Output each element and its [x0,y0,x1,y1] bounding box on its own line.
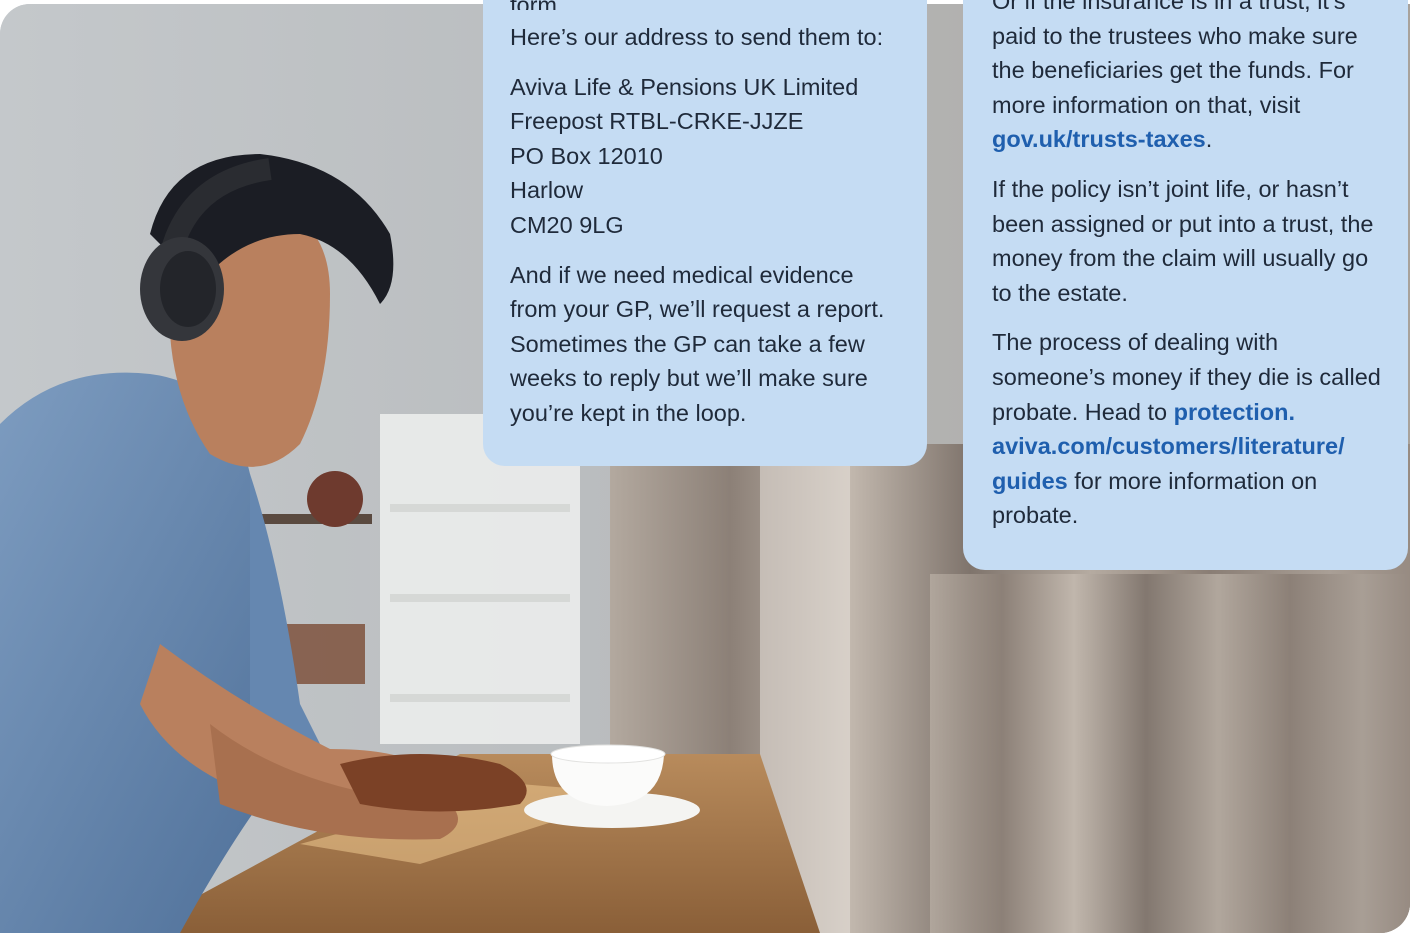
payout-card: Or if the insurance is in a trust, it’s … [963,0,1408,570]
address-line-2: Freepost RTBL-CRKE-JJZE [510,108,804,135]
address-line-1: Aviva Life & Pensions UK Limited [510,73,859,100]
estate-paragraph: If the policy isn’t joint life, or hasn’… [992,175,1374,306]
address-line-4: Harlow [510,177,584,204]
trust-end: . [1205,126,1213,153]
postal-address: Aviva Life & Pensions UK Limited Freepos… [510,70,901,243]
page: form, Here’s our address to send them to… [0,0,1420,933]
address-intro: Here’s our address to send them to: [510,24,884,50]
address-line-3: PO Box 12010 [510,142,663,169]
probate-paragraph: The process of dealing with someone’s mo… [992,325,1388,533]
cut-off-text-line: form, [510,0,901,10]
trust-text: Or if the insurance is in a trust, it’s … [992,0,1358,118]
address-line-5: CM20 9LG [510,211,624,238]
trusts-taxes-link[interactable]: gov.uk/trusts-taxes [992,126,1206,152]
cut-off-text: form, [510,0,564,10]
address-card: form, Here’s our address to send them to… [483,0,927,466]
trust-paragraph: Or if the insurance is in a trust, it’s … [992,0,1388,157]
medical-evidence-paragraph: And if we need medical evidence from you… [510,261,885,426]
